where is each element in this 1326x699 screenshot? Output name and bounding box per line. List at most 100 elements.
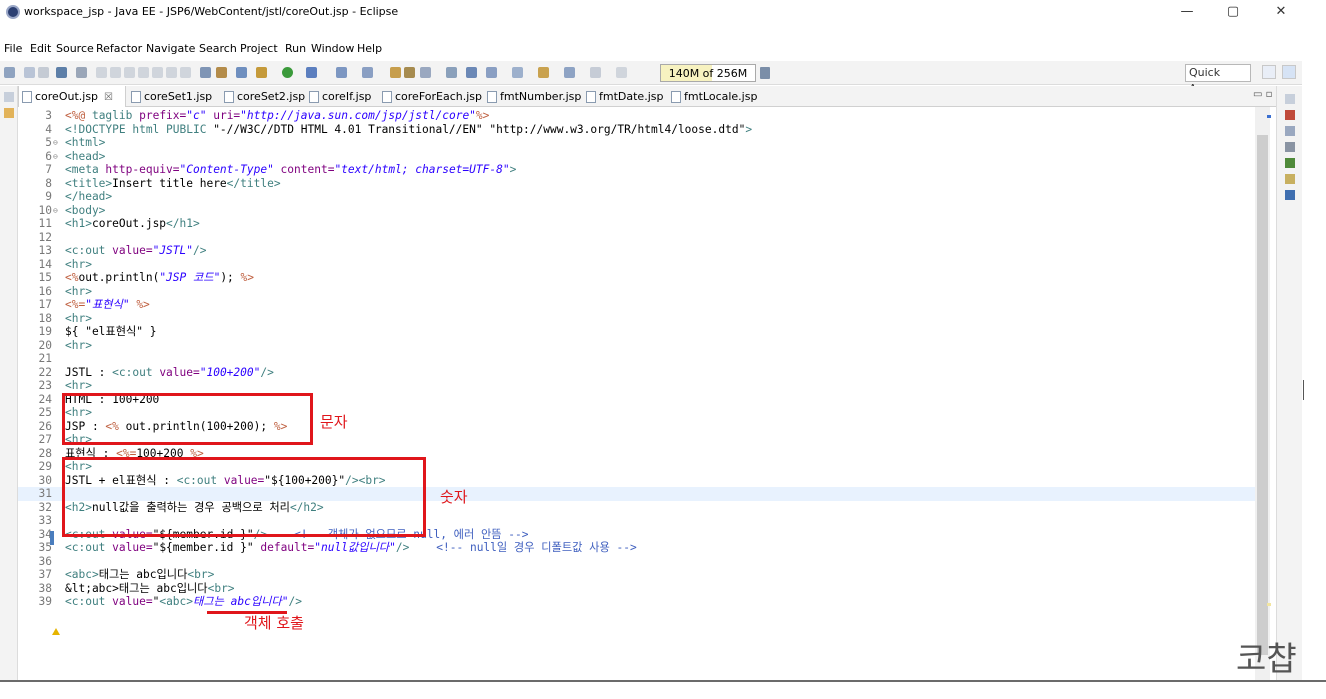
code-line[interactable]: 19 ${ "el표현식" } [18,325,1268,339]
tab-coreforeach-jsp[interactable]: coreForEach.jsp [379,86,482,107]
code-line[interactable]: 16 <hr> [18,285,1268,299]
fold-toggle-icon[interactable]: ⊖ [53,136,58,150]
menu-project[interactable]: Project [240,42,278,55]
code-line[interactable]: 36 [18,555,1268,569]
external-tools-icon[interactable] [306,67,317,78]
code-line[interactable]: 20 <hr> [18,339,1268,353]
tab-coreout-jsp[interactable]: coreOut.jsp ☒ [18,86,126,107]
code-line[interactable]: 11 <h1>coreOut.jsp</h1> [18,217,1268,231]
code-line[interactable]: 23 <hr> [18,379,1268,393]
code-line[interactable]: 35 <c:out value="${member.id }" default="… [18,541,1268,555]
new-java-project-icon[interactable] [336,67,347,78]
overview-task-icon[interactable] [1267,115,1271,118]
open-perspective-icon[interactable] [1262,65,1276,79]
tab-fmtlocale-jsp[interactable]: fmtLocale.jsp [668,86,757,107]
fold-toggle-icon[interactable]: ⊖ [53,204,58,218]
step-return-icon[interactable] [180,67,191,78]
scrollbar-thumb[interactable] [1257,135,1268,655]
next-annotation-icon[interactable] [486,67,497,78]
menu-run[interactable]: Run [285,42,306,55]
code-line[interactable]: 17 <%="표현식" %> [18,298,1268,312]
vertical-scrollbar[interactable] [1255,107,1271,680]
new-package-icon[interactable] [362,67,373,78]
suspend-icon[interactable] [110,67,121,78]
step-over-icon[interactable] [166,67,177,78]
code-line[interactable]: 37 <abc>태그는 abc입니다<br> [18,568,1268,582]
new-server-icon[interactable] [236,67,247,78]
toggle-breadcrumb-icon[interactable] [446,67,457,78]
code-line[interactable]: 8 <title>Insert title here</title> [18,177,1268,191]
menu-edit[interactable]: Edit [30,42,51,55]
palette-icon[interactable] [1285,158,1295,168]
code-line[interactable]: 14 <hr> [18,258,1268,272]
annotation-icon[interactable] [466,67,477,78]
pin-editor-icon[interactable] [616,67,627,78]
project-explorer-icon[interactable] [4,108,14,118]
menu-search[interactable]: Search [199,42,237,55]
outline-icon[interactable] [1285,110,1295,120]
previous-annotation-icon[interactable] [512,67,523,78]
fold-toggle-icon[interactable]: ⊖ [53,150,58,164]
code-line[interactable]: 38 &lt;abc>태그는 abc입니다<br> [18,582,1268,596]
menu-file[interactable]: File [4,42,22,55]
task-list-icon[interactable] [1285,126,1295,136]
tab-fmtnumber-jsp[interactable]: fmtNumber.jsp [484,86,581,107]
code-line[interactable]: 39 <c:out value="<abc>태그는 abc입니다"/> [18,595,1268,609]
java-ee-perspective-icon[interactable] [1282,65,1296,79]
save-icon[interactable] [24,67,35,78]
code-line[interactable]: 13 <c:out value="JSTL"/> [18,244,1268,258]
code-line[interactable]: 22 JSTL : <c:out value="100+200"/> [18,366,1268,380]
snippets-icon[interactable] [1285,174,1295,184]
quick-access-input[interactable]: Quick Access [1185,64,1251,95]
debug-icon[interactable] [256,67,267,78]
code-line[interactable]: 10 ⊖ <body> [18,204,1268,218]
menu-help[interactable]: Help [357,42,382,55]
menu-source[interactable]: Source [56,42,94,55]
resume-icon[interactable] [96,67,107,78]
close-icon[interactable]: ☒ [104,92,113,103]
code-line[interactable]: 5 ⊖ <html> [18,136,1268,150]
terminal-icon[interactable] [56,67,67,78]
tab-coreset1-jsp[interactable]: coreSet1.jsp [128,86,212,107]
restore-icon[interactable] [4,92,14,102]
code-line[interactable]: 15 <%out.println("JSP 코드"); %> [18,271,1268,285]
disconnect-icon[interactable] [138,67,149,78]
garbage-collect-icon[interactable] [760,67,770,79]
code-line[interactable]: 7 <meta http-equiv="Content-Type" content… [18,163,1268,177]
open-task-icon[interactable] [404,67,415,78]
last-edit-icon[interactable] [538,67,549,78]
minimize-maximize-icon[interactable]: ▭ ▫ [1253,89,1272,100]
code-line[interactable]: 12 [18,231,1268,245]
restore-icon[interactable] [1285,94,1295,104]
close-button[interactable]: ✕ [1258,0,1304,24]
code-line[interactable]: 21 [18,352,1268,366]
code-line[interactable]: 9 </head> [18,190,1268,204]
maximize-button[interactable]: ▢ [1210,0,1256,24]
run-icon[interactable] [282,67,293,78]
tab-coreset2-jsp[interactable]: coreSet2.jsp [221,86,305,107]
menu-refactor[interactable]: Refactor [96,42,142,55]
code-line[interactable]: 4 <!DOCTYPE html PUBLIC "-//W3C//DTD HTML… [18,123,1268,137]
overview-warning-marker[interactable] [1267,603,1271,606]
minimize-button[interactable]: — [1164,0,1210,24]
code-line[interactable]: 3 <%@ taglib prefix="c" uri="http://java.… [18,109,1268,123]
open-type-icon[interactable] [390,67,401,78]
skip-breakpoints-icon[interactable] [76,67,87,78]
console-icon[interactable] [1285,190,1295,200]
save-all-icon[interactable] [38,67,49,78]
code-line[interactable]: 6 ⊖ <head> [18,150,1268,164]
tab-fmtdate-jsp[interactable]: fmtDate.jsp [583,86,663,107]
toggle-mark-icon[interactable] [216,67,227,78]
terminate-icon[interactable] [124,67,135,78]
tab-coreif-jsp[interactable]: coreIf.jsp [306,86,371,107]
menu-navigate[interactable]: Navigate [146,42,195,55]
step-into-icon[interactable] [152,67,163,78]
code-line[interactable]: 18 <hr> [18,312,1268,326]
search-icon[interactable] [420,67,431,78]
back-icon[interactable] [564,67,575,78]
new-icon[interactable] [4,67,15,78]
properties-icon[interactable] [1285,142,1295,152]
forward-icon[interactable] [590,67,601,78]
servers-icon[interactable] [200,67,211,78]
menu-window[interactable]: Window [311,42,354,55]
